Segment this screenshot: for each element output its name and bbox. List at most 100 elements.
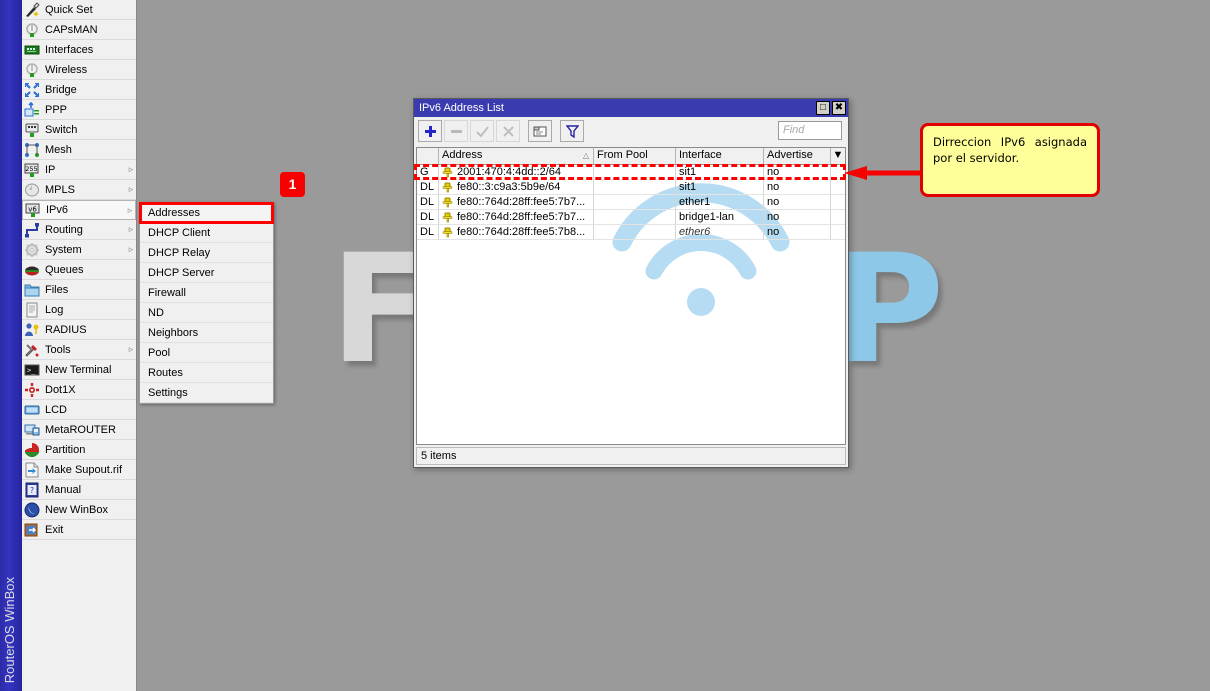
sidebar-item-manual[interactable]: ? Manual <box>22 480 136 500</box>
remove-button[interactable] <box>444 120 468 142</box>
address-pin-icon <box>442 227 453 238</box>
sidebar-item-label: PPP <box>45 103 68 116</box>
table-row[interactable]: DL fe80::3:c9a3:5b9e/64 sit1 no <box>417 180 845 195</box>
table-row[interactable]: G 2001:470:4:4dd::2/64 sit1 no <box>417 165 845 180</box>
cell-end <box>831 210 845 225</box>
sidebar-item-label: Tools <box>45 343 71 356</box>
maximize-button[interactable]: □ <box>816 101 830 115</box>
column-chooser-button[interactable]: ▼ <box>831 148 845 164</box>
table-row[interactable]: DL fe80::764d:28ff:fee5:7b7... ether1 no <box>417 195 845 210</box>
exit-icon <box>24 522 40 538</box>
column-header-address[interactable]: Address △ <box>439 148 594 164</box>
column-header-flag[interactable] <box>417 148 439 164</box>
sidebar-item-label: Wireless <box>45 63 88 76</box>
submenu-chevron-icon: ▹ <box>128 244 134 254</box>
sidebar-item-bridge[interactable]: Bridge <box>22 80 136 100</box>
submenu-item-firewall[interactable]: Firewall <box>140 283 273 303</box>
sidebar-item-metarouter[interactable]: MetaROUTER <box>22 420 136 440</box>
cell-from-pool <box>594 210 676 225</box>
sidebar-item-new-winbox[interactable]: New WinBox <box>22 500 136 520</box>
disable-button[interactable] <box>496 120 520 142</box>
sidebar-item-switch[interactable]: Switch <box>22 120 136 140</box>
cell-flag: G <box>417 165 439 180</box>
bridge-icon <box>24 82 40 98</box>
check-icon <box>475 125 489 138</box>
cell-address-text: fe80::3:c9a3:5b9e/64 <box>457 180 561 193</box>
submenu-item-neighbors[interactable]: Neighbors <box>140 323 273 343</box>
sidebar-item-mesh[interactable]: Mesh <box>22 140 136 160</box>
close-icon[interactable]: ✖ <box>832 101 846 115</box>
sidebar-item-tools[interactable]: Tools ▹ <box>22 340 136 360</box>
manual-icon: ? <box>24 482 40 498</box>
ipv6-address-list-window: IPv6 Address List □ ✖ Find Address △ Fro… <box>413 98 849 468</box>
add-button[interactable] <box>418 120 442 142</box>
sidebar-item-capsman[interactable]: CAPsMAN <box>22 20 136 40</box>
filter-button[interactable] <box>560 120 584 142</box>
cell-end <box>831 180 845 195</box>
submenu-item-dhcp-client[interactable]: DHCP Client <box>140 223 273 243</box>
sidebar-item-label: New Terminal <box>45 363 112 376</box>
sidebar-item-system[interactable]: System ▹ <box>22 240 136 260</box>
find-input[interactable]: Find <box>778 121 842 140</box>
submenu-item-dhcp-relay[interactable]: DHCP Relay <box>140 243 273 263</box>
ip-255-icon: 255 <box>24 162 40 178</box>
supout-icon <box>24 462 40 478</box>
submenu-item-pool[interactable]: Pool <box>140 343 273 363</box>
submenu-chevron-icon: ▹ <box>128 184 134 194</box>
sidebar-item-mpls[interactable]: MPLS ▹ <box>22 180 136 200</box>
gear-icon <box>24 242 40 258</box>
submenu-item-dhcp-server[interactable]: DHCP Server <box>140 263 273 283</box>
sidebar-item-label: LCD <box>45 403 68 416</box>
sidebar-item-exit[interactable]: Exit <box>22 520 136 540</box>
sidebar-item-new-terminal[interactable]: >_ New Terminal <box>22 360 136 380</box>
sidebar-item-label: Quick Set <box>45 3 93 16</box>
submenu-item-nd[interactable]: ND <box>140 303 273 323</box>
sidebar-item-log[interactable]: Log <box>22 300 136 320</box>
sidebar-item-routing[interactable]: Routing ▹ <box>22 220 136 240</box>
sidebar-item-ppp[interactable]: PPP <box>22 100 136 120</box>
sidebar-item-files[interactable]: Files <box>22 280 136 300</box>
sidebar-item-label: Mesh <box>45 143 72 156</box>
submenu-item-settings[interactable]: Settings <box>140 383 273 403</box>
sidebar-item-label: Exit <box>45 523 64 536</box>
cell-advertise: no <box>764 165 831 180</box>
address-table: Address △ From Pool Interface Advertise … <box>416 147 846 445</box>
enable-button[interactable] <box>470 120 494 142</box>
wand-icon <box>24 1 40 18</box>
comment-button[interactable] <box>528 120 552 142</box>
sidebar-item-lcd[interactable]: LCD <box>22 400 136 420</box>
nic-card-icon <box>24 42 40 58</box>
sidebar-item-label: Log <box>45 303 64 316</box>
metarouter-icon <box>24 422 40 438</box>
cell-flag: DL <box>417 195 439 210</box>
sidebar-item-make-supout-rif[interactable]: Make Supout.rif <box>22 460 136 480</box>
sidebar-item-ip[interactable]: 255 IP ▹ <box>22 160 136 180</box>
minus-icon <box>450 129 462 133</box>
sidebar-item-label: System <box>45 243 82 256</box>
cell-advertise: no <box>764 225 831 240</box>
sidebar-item-quick-set[interactable]: Quick Set <box>22 0 136 20</box>
sidebar-item-interfaces[interactable]: Interfaces <box>22 40 136 60</box>
address-pin-icon <box>442 182 453 193</box>
sidebar-item-wireless[interactable]: Wireless <box>22 60 136 80</box>
sidebar-item-queues[interactable]: Queues <box>22 260 136 280</box>
partition-icon <box>24 442 40 458</box>
table-row[interactable]: DL fe80::764d:28ff:fee5:7b8... ether6 no <box>417 225 845 240</box>
column-header-advertise[interactable]: Advertise <box>764 148 831 164</box>
cell-end <box>831 225 845 240</box>
sidebar-item-partition[interactable]: Partition <box>22 440 136 460</box>
sidebar-item-label: RADIUS <box>45 323 87 336</box>
lcd-icon <box>24 402 40 418</box>
sidebar-item-radius[interactable]: RADIUS <box>22 320 136 340</box>
submenu-item-routes[interactable]: Routes <box>140 363 273 383</box>
window-titlebar[interactable]: IPv6 Address List □ ✖ <box>414 99 848 117</box>
table-row[interactable]: DL fe80::764d:28ff:fee5:7b7... bridge1-lan… <box>417 210 845 225</box>
column-header-interface[interactable]: Interface <box>676 148 764 164</box>
address-pin-icon <box>442 167 453 178</box>
column-header-from-pool[interactable]: From Pool <box>594 148 676 164</box>
submenu-item-addresses[interactable]: Addresses <box>139 202 274 224</box>
cell-from-pool <box>594 180 676 195</box>
sidebar-item-dot1x[interactable]: Dot1X <box>22 380 136 400</box>
sidebar-item-ipv6[interactable]: v6 IPv6 ▹ <box>22 200 136 220</box>
cell-advertise: no <box>764 210 831 225</box>
